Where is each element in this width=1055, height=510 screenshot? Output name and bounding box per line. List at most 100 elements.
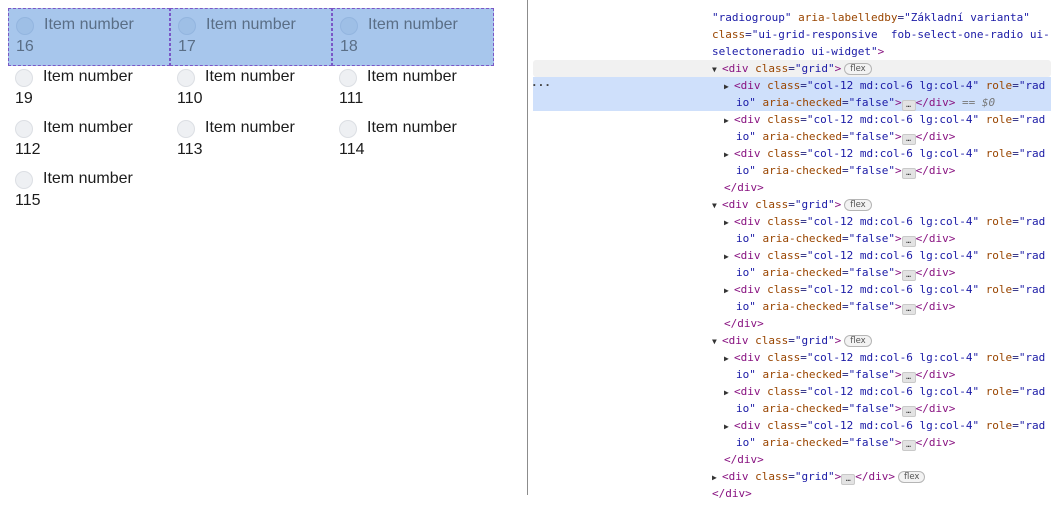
radio-option[interactable]: Item number 112 — [8, 112, 170, 170]
radio-circle-icon[interactable] — [177, 69, 195, 87]
radio-div-node-cont[interactable]: io" aria-checked="false">… </div> — [736, 366, 955, 383]
devtools-elements-panel: "radiogroup" aria-labelledby="Základní v… — [529, 0, 1055, 510]
radio-div-node[interactable]: ▶ <div class="col-12 md:col-6 lg:col-4" r… — [724, 247, 1045, 265]
radio-circle-icon[interactable] — [15, 171, 33, 189]
radio-circle-icon[interactable] — [16, 17, 34, 35]
radio-label: Item number — [43, 68, 133, 85]
grid-node[interactable]: ▼ <div class="grid"> flex — [712, 332, 872, 350]
expand-down-icon[interactable]: ▼ — [712, 333, 722, 350]
radio-div-node-cont[interactable]: io" aria-checked="false">… </div> — [736, 128, 955, 145]
radio-div-node-cont[interactable]: io" aria-checked="false">… </div> — [736, 230, 955, 247]
radio-div-node-cont[interactable]: io" aria-checked="false">… </div> — [736, 162, 955, 179]
flex-badge[interactable]: flex — [844, 199, 872, 211]
flex-badge[interactable]: flex — [844, 63, 872, 75]
radio-option[interactable]: Item number 19 — [8, 61, 170, 119]
radio-div-node[interactable]: ▶ <div class="col-12 md:col-6 lg:col-4" r… — [724, 213, 1045, 231]
radio-label: Item number — [368, 16, 458, 33]
ellipsis-icon[interactable]: … — [901, 100, 916, 111]
parent-close-tag[interactable]: </div> — [712, 485, 752, 502]
dom-line: "radiogroup" aria-labelledby="Základní v… — [712, 11, 1030, 24]
ellipsis-icon[interactable]: … — [901, 304, 916, 315]
radio-label: Item number — [206, 16, 296, 33]
collapse-right-icon[interactable]: ▶ — [724, 112, 734, 129]
radio-div-node-cont[interactable]: io" aria-checked="false">… </div> — [736, 298, 955, 315]
collapse-right-icon[interactable]: ▶ — [724, 78, 734, 95]
radio-circle-icon[interactable] — [339, 120, 357, 138]
collapse-right-icon[interactable]: ▶ — [724, 350, 734, 367]
radio-label: Item number — [205, 119, 295, 136]
expand-down-icon[interactable]: ▼ — [712, 61, 722, 78]
dom-line: selectoneradio ui-widget"> — [712, 43, 884, 60]
radio-option[interactable]: Item number 111 — [332, 61, 494, 119]
collapse-right-icon[interactable]: ▶ — [712, 469, 722, 486]
radio-circle-icon[interactable] — [339, 69, 357, 87]
radio-option[interactable]: Item number 114 — [332, 112, 494, 170]
radio-circle-icon[interactable] — [15, 120, 33, 138]
ellipsis-icon[interactable]: … — [901, 236, 916, 247]
flex-badge[interactable]: flex — [844, 335, 872, 347]
grid-close-tag[interactable]: </div> — [724, 179, 764, 196]
radio-div-node-cont[interactable]: io" aria-checked="false">… </div> — [736, 400, 955, 417]
radio-div-node[interactable]: ▶ <div class="col-12 md:col-6 lg:col-4" r… — [724, 281, 1045, 299]
ellipsis-icon[interactable]: … — [901, 372, 916, 383]
attr-value: "ui-grid-responsive fob-select-one-radio… — [751, 28, 1050, 41]
radio-circle-icon[interactable] — [340, 17, 358, 35]
radio-option[interactable]: Item number 18 — [332, 8, 494, 66]
collapse-right-icon[interactable]: ▶ — [724, 248, 734, 265]
collapse-right-icon[interactable]: ▶ — [724, 146, 734, 163]
radio-option[interactable]: Item number 113 — [170, 112, 332, 170]
radio-label: Item number — [367, 68, 457, 85]
radio-number: 115 — [15, 192, 41, 209]
radio-div-node[interactable]: ▶ <div class="col-12 md:col-6 lg:col-4" r… — [724, 349, 1045, 367]
grid-close-tag[interactable]: </div> — [724, 451, 764, 468]
flex-badge[interactable]: flex — [898, 471, 926, 483]
ellipsis-icon[interactable]: … — [841, 474, 856, 485]
radio-div-node[interactable]: ▶ <div class="col-12 md:col-6 lg:col-4" r… — [724, 417, 1045, 435]
ellipsis-icon[interactable]: … — [901, 270, 916, 281]
radio-row-3: Item number 112 Item number 113 Item num… — [8, 112, 494, 170]
grid-node[interactable]: ▼ <div class="grid"> flex — [712, 196, 872, 214]
node-actions-dots-icon[interactable]: ··· — [531, 77, 551, 94]
collapse-right-icon[interactable]: ▶ — [724, 214, 734, 231]
expand-down-icon[interactable]: ▼ — [712, 197, 722, 214]
collapse-right-icon[interactable]: ▶ — [724, 282, 734, 299]
collapse-right-icon[interactable]: ▶ — [724, 384, 734, 401]
dom-line: class="ui-grid-responsive fob-select-one… — [712, 28, 1050, 41]
radio-number: 18 — [340, 38, 358, 55]
radio-div-node[interactable]: ▶ <div class="col-12 md:col-6 lg:col-4" r… — [724, 111, 1045, 129]
attr-value: "radiogroup" — [712, 11, 792, 24]
radio-label: Item number — [43, 119, 133, 136]
radio-circle-icon[interactable] — [15, 69, 33, 87]
attr-name: class — [712, 28, 746, 41]
ellipsis-icon[interactable]: … — [901, 134, 916, 145]
radio-row-1: Item number 16 Item number 17 Item numbe… — [8, 8, 494, 66]
grid-node[interactable]: ▼ <div class="grid"> flex — [712, 60, 872, 78]
radio-option[interactable]: Item number 110 — [170, 61, 332, 119]
collapse-right-icon[interactable]: ▶ — [724, 418, 734, 435]
ellipsis-icon[interactable]: … — [901, 168, 916, 179]
radio-label: Item number — [367, 119, 457, 136]
radio-row-2: Item number 19 Item number 110 Item numb… — [8, 61, 494, 119]
radio-div-node-cont[interactable]: io" aria-checked="false">… </div> — [736, 264, 955, 281]
radio-div-node[interactable]: ▶ <div class="col-12 md:col-6 lg:col-4" r… — [724, 145, 1045, 163]
radio-circle-icon[interactable] — [177, 120, 195, 138]
radio-div-node[interactable]: ▶ <div class="col-12 md:col-6 lg:col-4" r… — [724, 77, 1045, 95]
grid-close-tag[interactable]: </div> — [724, 315, 764, 332]
attr-value: "Základní varianta" — [904, 11, 1030, 24]
radio-number: 114 — [339, 141, 365, 158]
radio-number: 110 — [177, 90, 203, 107]
radio-option[interactable]: Item number 17 — [170, 8, 332, 66]
attr-name: aria-labelledby — [798, 11, 898, 24]
ellipsis-icon[interactable]: … — [901, 406, 916, 417]
radio-div-node-cont[interactable]: io" aria-checked="false">… </div> == $0 — [736, 94, 995, 111]
radio-div-node-cont[interactable]: io" aria-checked="false">… </div> — [736, 434, 955, 451]
radio-circle-icon[interactable] — [178, 17, 196, 35]
radio-option[interactable]: Item number 16 — [8, 8, 170, 66]
radio-option[interactable]: Item number 115 — [8, 163, 170, 221]
pane-splitter[interactable] — [527, 0, 528, 495]
radio-number: 16 — [16, 38, 34, 55]
grid-node[interactable]: ▶ <div class="grid">… </div> flex — [712, 468, 926, 486]
radio-div-node[interactable]: ▶ <div class="col-12 md:col-6 lg:col-4" r… — [724, 383, 1045, 401]
ellipsis-icon[interactable]: … — [901, 440, 916, 451]
radio-label: Item number — [43, 170, 133, 187]
